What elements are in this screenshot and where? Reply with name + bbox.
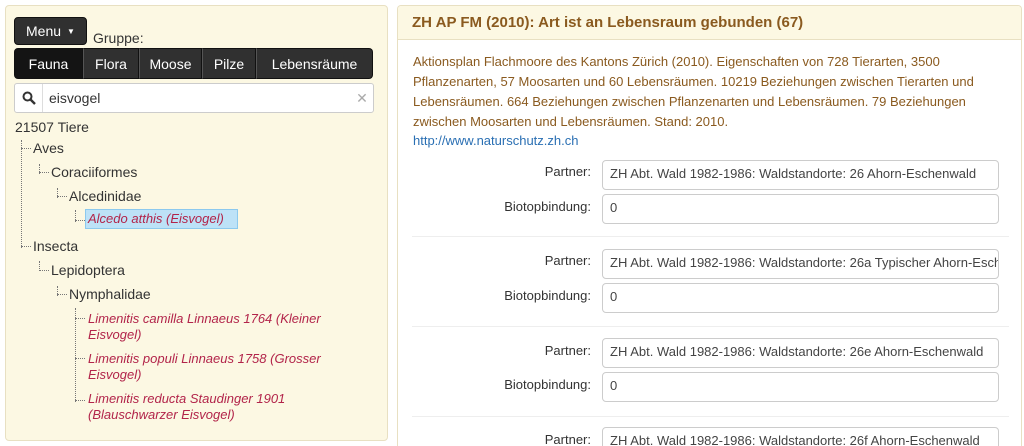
tree-line	[21, 140, 22, 248]
partner-field[interactable]: ZH Abt. Wald 1982-1986: Waldstandorte: 2…	[602, 427, 999, 446]
detail-description: Aktionsplan Flachmoore des Kantons Züric…	[413, 54, 974, 129]
tree-leaf-limenitis-populi[interactable]: Limenitis populi Linnaeus 1758 (Grosser …	[88, 351, 338, 383]
tree-line	[57, 196, 67, 197]
partner-field[interactable]: ZH Abt. Wald 1982-1986: Waldstandorte: 2…	[602, 160, 999, 190]
biotop-label: Biotopbindung:	[504, 199, 591, 214]
tree-line	[75, 318, 85, 319]
search-input[interactable]: eisvogel	[43, 90, 351, 106]
biotop-label: Biotopbindung:	[504, 377, 591, 392]
result-count: 21507 Tiere	[15, 119, 89, 135]
partner-label: Partner:	[544, 253, 591, 268]
detail-title: ZH AP FM (2010): Art ist an Lebensraum g…	[398, 6, 1021, 40]
tree-leaf-limenitis-camilla[interactable]: Limenitis camilla Linnaeus 1764 (Kleiner…	[88, 311, 338, 343]
biotop-field[interactable]: 0	[602, 372, 999, 402]
group-selector: Fauna Flora Moose Pilze Lebensräume	[14, 48, 373, 79]
group-lebensraeume-button[interactable]: Lebensräume	[256, 48, 373, 79]
group-moose-button[interactable]: Moose	[139, 48, 202, 79]
tree-line	[21, 148, 31, 149]
tree-leaf-alcedo-atthis[interactable]: Alcedo atthis (Eisvogel)	[85, 209, 238, 229]
record-divider	[412, 236, 1009, 237]
biotop-label: Biotopbindung:	[504, 288, 591, 303]
biotop-field[interactable]: 0	[602, 194, 999, 224]
source-link[interactable]: http://www.naturschutz.zh.ch	[413, 133, 578, 148]
record-divider	[412, 326, 1009, 327]
partner-label: Partner:	[544, 343, 591, 358]
clear-icon[interactable]: ✕	[351, 90, 373, 107]
tree-line	[75, 220, 85, 221]
tree-node-coraciiformes[interactable]: Coraciiformes	[51, 164, 137, 180]
search-box: eisvogel ✕	[14, 83, 374, 113]
group-fauna-button[interactable]: Fauna	[14, 48, 83, 79]
menu-button[interactable]: Menu ▼	[14, 17, 87, 45]
menu-label: Menu	[26, 23, 62, 39]
partner-field[interactable]: ZH Abt. Wald 1982-1986: Waldstandorte: 2…	[602, 249, 999, 279]
biotop-field[interactable]: 0	[602, 283, 999, 313]
tree-node-aves[interactable]: Aves	[33, 140, 64, 156]
tree-panel: Menu ▼ Gruppe: Fauna Flora Moose Pilze L…	[5, 5, 388, 441]
tree-line	[75, 358, 85, 359]
tree-line	[57, 294, 67, 295]
partner-field[interactable]: ZH Abt. Wald 1982-1986: Waldstandorte: 2…	[602, 338, 999, 368]
tree-line	[75, 308, 76, 402]
tree-node-insecta[interactable]: Insecta	[33, 238, 78, 254]
tree-line	[39, 270, 49, 271]
tree-node-nymphalidae[interactable]: Nymphalidae	[69, 286, 151, 302]
record-divider	[412, 416, 1009, 417]
partner-label: Partner:	[544, 164, 591, 179]
group-flora-button[interactable]: Flora	[83, 48, 139, 79]
tree-line	[39, 172, 49, 173]
caret-down-icon: ▼	[67, 26, 75, 36]
group-pilze-button[interactable]: Pilze	[202, 48, 256, 79]
tree-line	[75, 400, 85, 401]
search-icon	[15, 84, 43, 112]
tree-node-alcedinidae[interactable]: Alcedinidae	[69, 188, 141, 204]
tree-node-lepidoptera[interactable]: Lepidoptera	[51, 262, 125, 278]
tree-leaf-limenitis-reducta[interactable]: Limenitis reducta Staudinger 1901 (Blaus…	[88, 391, 338, 423]
partner-label: Partner:	[544, 432, 591, 446]
gruppe-label: Gruppe:	[93, 30, 144, 46]
detail-panel: ZH AP FM (2010): Art ist an Lebensraum g…	[397, 5, 1022, 446]
tree-line	[21, 246, 31, 247]
